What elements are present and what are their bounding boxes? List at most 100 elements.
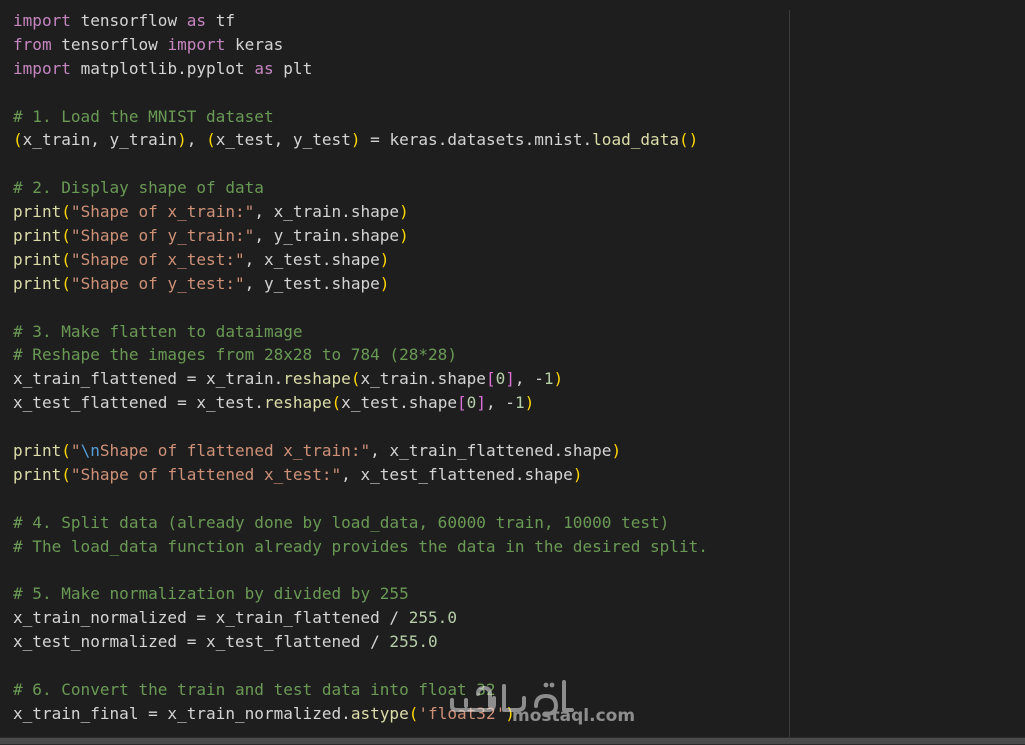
code-token: reshape [263, 393, 332, 413]
code-line[interactable]: x_train_normalized = x_train_flattened /… [13, 606, 708, 630]
code-token: , x_train_flattened.shape [370, 441, 612, 461]
code-token: "Shape of y_train:" [70, 226, 255, 246]
horizontal-scrollbar[interactable] [0, 737, 1025, 745]
code-token: ) [505, 703, 515, 723]
code-token: print [13, 202, 62, 222]
code-token: ] [505, 369, 515, 389]
code-token: print [13, 249, 62, 269]
code-token: , y_train.shape [254, 226, 400, 246]
code-token: matplotlib.pyplot [70, 58, 255, 78]
code-token: print [13, 441, 62, 461]
code-line[interactable]: import tensorflow as tf [13, 9, 708, 33]
code-line[interactable]: # The load_data function already provide… [13, 535, 708, 559]
code-token: ( [61, 202, 71, 222]
code-line[interactable]: x_train_final = x_train_normalized.astyp… [13, 702, 708, 726]
code-line[interactable] [13, 296, 708, 320]
code-token: "Shape of y_test:" [70, 273, 245, 293]
code-token: [ [485, 369, 496, 389]
code-line[interactable]: print("Shape of x_test:", x_test.shape) [13, 248, 708, 272]
code-line[interactable]: # 4. Split data (already done by load_da… [13, 511, 708, 535]
code-token: reshape [283, 369, 351, 389]
code-token: ) [350, 130, 361, 150]
code-token: [ [457, 393, 467, 413]
code-token: x_train_flattened = x_train. [13, 369, 284, 389]
code-token: ( [408, 703, 419, 723]
code-line[interactable]: x_train_flattened = x_train.reshape(x_tr… [13, 367, 708, 391]
code-token: "Shape of x_train:" [70, 202, 255, 222]
code-line[interactable]: # 3. Make flatten to dataimage [13, 320, 708, 344]
code-editor[interactable]: import tensorflow as tf from tensorflow i… [0, 0, 1025, 737]
code-line[interactable]: print("Shape of flattened x_test:", x_te… [13, 463, 708, 487]
code-token: ( [13, 130, 23, 150]
code-line[interactable]: (x_train, y_train), (x_test, y_test) = k… [13, 128, 708, 152]
code-token: print [13, 273, 62, 293]
code-line[interactable]: from tensorflow import keras [13, 33, 708, 57]
code-token: load_data [592, 130, 680, 150]
code-token: x_train.shape [360, 369, 486, 389]
code-line[interactable]: print("Shape of y_test:", y_test.shape) [13, 272, 708, 296]
code-token: ) [524, 393, 535, 413]
code-token: x_test, y_test [215, 130, 351, 150]
code-area[interactable]: import tensorflow as tf from tensorflow i… [13, 9, 708, 726]
code-token: ) [379, 273, 390, 293]
code-token: 255.0 [389, 632, 438, 652]
code-token: ( [61, 249, 71, 269]
code-token: astype [350, 703, 409, 723]
code-token: ) [177, 130, 187, 150]
code-token: 1 [543, 369, 554, 389]
code-line[interactable] [13, 558, 708, 582]
code-token: 1 [514, 393, 525, 413]
code-token: # Reshape the images from 28x28 to 784 (… [13, 345, 457, 365]
code-token: import [13, 58, 71, 78]
code-line[interactable]: # 5. Make normalization by divided by 25… [13, 582, 708, 606]
code-token: ) [399, 202, 409, 222]
code-token: # 2. Display shape of data [13, 178, 264, 198]
code-token: x_test_flattened = x_test. [13, 393, 264, 413]
code-token: , x_train.shape [254, 202, 400, 222]
code-line[interactable]: x_test_flattened = x_test.reshape(x_test… [13, 391, 708, 415]
code-token: print [13, 464, 62, 484]
code-line[interactable]: # 6. Convert the train and test data int… [13, 678, 708, 702]
code-token: import [167, 34, 226, 54]
code-line[interactable]: print("Shape of y_train:", y_train.shape… [13, 224, 708, 248]
code-token: tensorflow [70, 11, 187, 30]
code-token: x_train_final = x_train_normalized. [13, 703, 351, 723]
code-line[interactable]: # Reshape the images from 28x28 to 784 (… [13, 343, 708, 367]
code-token: 0 [466, 393, 477, 413]
code-token: x_test_normalized = x_test_flattened / [13, 632, 390, 652]
code-token: x_train_normalized = x_train_flattened / [13, 608, 409, 628]
code-token: ) [553, 369, 564, 389]
code-line[interactable]: print("Shape of x_train:", x_train.shape… [13, 200, 708, 224]
code-token: # 6. Convert the train and test data int… [13, 679, 496, 699]
code-line[interactable]: print("\nShape of flattened x_train:", x… [13, 439, 708, 463]
code-token: # 1. Load the MNIST dataset [13, 106, 274, 126]
code-token: 'float32' [418, 703, 506, 723]
code-token: , - [514, 369, 544, 389]
scrollbar-thumb[interactable] [0, 738, 1025, 744]
code-line[interactable] [13, 152, 708, 176]
code-token: ) [572, 464, 583, 484]
code-line[interactable]: # 2. Display shape of data [13, 176, 708, 200]
code-token: ( [331, 393, 342, 413]
code-token: as [254, 58, 274, 78]
code-token: ( [61, 273, 71, 293]
code-line[interactable] [13, 81, 708, 105]
code-token: \n [80, 441, 100, 461]
code-line[interactable]: import matplotlib.pyplot as plt [13, 57, 708, 81]
code-line[interactable] [13, 487, 708, 511]
code-line[interactable] [13, 654, 708, 678]
code-line[interactable]: # 1. Load the MNIST dataset [13, 105, 708, 129]
code-line[interactable] [13, 415, 708, 439]
code-token: tf [206, 11, 236, 30]
code-token: # 3. Make flatten to dataimage [13, 321, 303, 341]
code-token: from [13, 34, 52, 54]
code-token: import [13, 11, 71, 30]
code-token: keras [225, 34, 284, 54]
code-token: ) [379, 249, 390, 269]
code-token: , y_test.shape [244, 273, 380, 293]
code-token: ) [611, 441, 622, 461]
vertical-ruler [789, 10, 790, 737]
code-line[interactable]: x_test_normalized = x_test_flattened / 2… [13, 630, 708, 654]
code-token: as [186, 11, 207, 30]
code-token: Shape of flattened x_train:" [99, 441, 371, 461]
